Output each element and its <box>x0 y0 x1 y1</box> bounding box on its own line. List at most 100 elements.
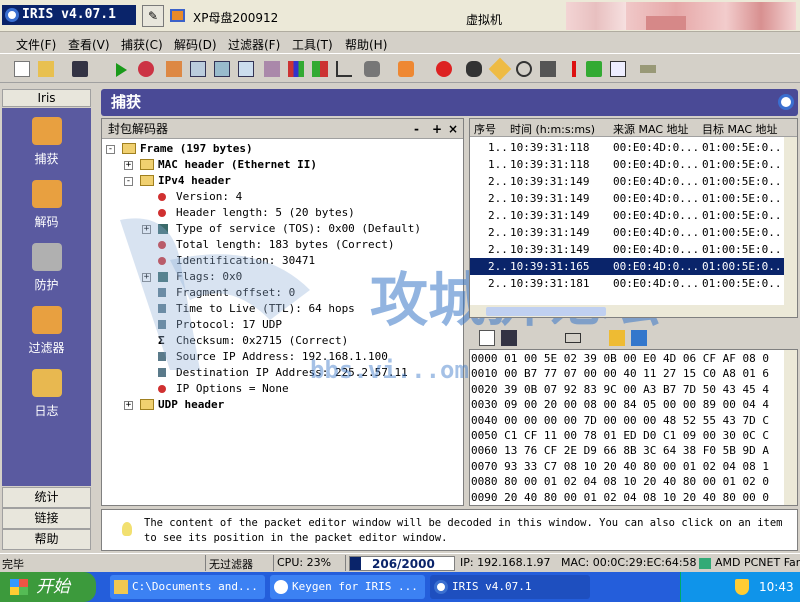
tree-node[interactable]: Protocol: 17 UDP <box>102 317 462 333</box>
packet-row[interactable]: 2.. 10:39:31:149 00:E0:4D:0... 01:00:5E:0..… <box>470 241 797 258</box>
nav-help[interactable]: 帮助 <box>2 529 91 550</box>
network-icon[interactable] <box>586 61 602 77</box>
save-icon[interactable] <box>501 330 517 346</box>
window3-icon[interactable] <box>238 61 254 77</box>
tree-node[interactable]: Σ Checksum: 0x2715 (Correct) <box>102 333 462 349</box>
menu-help[interactable]: 帮助(H) <box>345 36 387 53</box>
scroll-thumb[interactable] <box>486 307 606 316</box>
window2-icon[interactable] <box>214 61 230 77</box>
capture-icon[interactable] <box>138 61 154 77</box>
task-iris[interactable]: IRIS v4.07.1 <box>430 575 590 599</box>
tree-node[interactable]: Time to Live (TTL): 64 hops <box>102 301 462 317</box>
tree-node[interactable]: + Type of service (TOS): 0x00 (Default) <box>102 221 462 237</box>
expand-icon[interactable]: + <box>142 225 151 234</box>
packet-row[interactable]: 2.. 10:39:31:165 00:E0:4D:0... 01:00:5E:0..… <box>470 258 797 275</box>
collapse-icon[interactable]: - <box>124 177 133 186</box>
app-title-tab[interactable]: IRIS v4.07.1 <box>2 5 136 25</box>
more-icon[interactable] <box>640 65 656 73</box>
tree-node[interactable]: Source IP Address: 192.168.1.100 <box>102 349 462 365</box>
task-explorer[interactable]: C:\Documents and... <box>110 575 265 599</box>
col-dst-mac[interactable]: 目标 MAC 地址 <box>702 121 778 137</box>
packet-row[interactable]: 2.. 10:39:31:149 00:E0:4D:0... 01:00:5E:0..… <box>470 190 797 207</box>
hex-row[interactable]: 0000 01 00 5E 02 39 0B 00 E0 4D 06 CF AF… <box>471 351 769 366</box>
tree-node[interactable]: Destination IP Address: 225.2.57.11 <box>102 365 462 381</box>
stats-icon[interactable] <box>264 61 280 77</box>
nav-stats[interactable]: 统计 <box>2 487 91 508</box>
adapter-icon[interactable] <box>170 9 185 22</box>
binoculars-icon[interactable] <box>466 61 482 77</box>
tree-node[interactable]: IP Options = None <box>102 381 462 397</box>
menu-file[interactable]: 文件(F) <box>16 36 56 53</box>
play-icon[interactable] <box>116 63 127 77</box>
tree-node[interactable]: Header length: 5 (20 bytes) <box>102 205 462 221</box>
menu-filter[interactable]: 过滤器(F) <box>228 36 280 53</box>
resize-icon[interactable] <box>565 333 581 343</box>
tree-node[interactable]: Identification: 30471 <box>102 253 462 269</box>
hex-row[interactable]: 0070 93 33 C7 08 10 20 40 80 00 01 02 04… <box>471 459 769 474</box>
open-icon[interactable] <box>38 61 54 77</box>
save-icon[interactable] <box>72 61 88 77</box>
packet-row[interactable]: 2.. 10:39:31:149 00:E0:4D:0... 01:00:5E:0..… <box>470 207 797 224</box>
tree-node[interactable]: + Flags: 0x0 <box>102 269 462 285</box>
send-icon[interactable] <box>609 330 625 346</box>
vertical-scrollbar[interactable] <box>784 137 797 305</box>
hex-row[interactable]: 0060 13 76 CF 2E D9 66 8B 3C 64 38 F0 5B… <box>471 443 769 458</box>
collapse-icon[interactable]: - <box>106 145 115 154</box>
bar-chart-icon[interactable] <box>288 61 304 77</box>
expand-icon[interactable]: + <box>124 401 133 410</box>
nav-links[interactable]: 链接 <box>2 508 91 529</box>
iris-logo-icon[interactable] <box>778 94 794 110</box>
alert-icon[interactable] <box>572 61 576 77</box>
menu-tools[interactable]: 工具(T) <box>292 36 333 53</box>
horizontal-scrollbar[interactable] <box>470 305 797 317</box>
line-chart-icon[interactable] <box>336 61 352 77</box>
packet-row[interactable]: 1.. 10:39:31:118 00:E0:4D:0... 01:00:5E:0..… <box>470 139 797 156</box>
nav-item-filter[interactable]: 过滤器 <box>2 302 91 362</box>
tree-node[interactable]: + MAC header (Ethernet II) <box>102 157 462 173</box>
tree-node[interactable]: - IPv4 header <box>102 173 462 189</box>
col-time[interactable]: 时间 (h:m:s:ms) <box>510 121 595 137</box>
edit-icon[interactable] <box>479 330 495 346</box>
col-seq[interactable]: 序号 <box>474 121 496 137</box>
hex-row[interactable]: 0030 09 00 20 00 08 00 84 05 00 00 89 00… <box>471 397 769 412</box>
menu-view[interactable]: 查看(V) <box>68 36 110 53</box>
packet-row[interactable]: 2.. 10:39:31:181 00:E0:4D:0... 01:00:5E:0..… <box>470 275 797 292</box>
packet-row[interactable]: 2.. 10:39:31:149 00:E0:4D:0... 01:00:5E:0..… <box>470 224 797 241</box>
adapter-name[interactable]: XP母盘200912 <box>193 9 278 26</box>
expand-button[interactable]: + <box>432 119 442 139</box>
vertical-scrollbar[interactable] <box>784 350 797 505</box>
menu-decode[interactable]: 解码(D) <box>174 36 217 53</box>
security-shield-icon[interactable] <box>735 579 749 595</box>
list-icon[interactable] <box>610 61 626 77</box>
tree-node[interactable]: Total length: 183 bytes (Correct) <box>102 237 462 253</box>
window-icon[interactable] <box>190 61 206 77</box>
tools-icon[interactable] <box>364 61 380 77</box>
nav-item-log[interactable]: 日志 <box>2 365 91 425</box>
tree-node[interactable]: Fragment offset: 0 <box>102 285 462 301</box>
nav-item-protect[interactable]: 防护 <box>2 239 91 299</box>
chart2-icon[interactable] <box>312 61 328 77</box>
hex-row[interactable]: 0020 39 0B 07 92 83 9C 00 A3 B7 7D 50 43… <box>471 382 769 397</box>
start-button[interactable]: 开始 <box>0 572 96 602</box>
new-icon[interactable] <box>14 61 30 77</box>
hex-row[interactable]: 0090 20 40 80 00 01 02 04 08 10 20 40 80… <box>471 490 769 505</box>
hex-editor[interactable]: 0000 01 00 5E 02 39 0B 00 E0 4D 06 CF AF… <box>469 349 798 506</box>
settings-icon[interactable] <box>540 61 556 77</box>
close-button[interactable]: × <box>448 119 458 139</box>
menu-capture[interactable]: 捕获(C) <box>121 36 163 53</box>
decode-icon[interactable] <box>166 61 182 77</box>
import-icon[interactable] <box>631 330 647 346</box>
stop-icon[interactable] <box>436 61 452 77</box>
collapse-button[interactable]: - <box>414 119 419 139</box>
tag-icon[interactable] <box>488 57 512 81</box>
tree-node[interactable]: Version: 4 <box>102 189 462 205</box>
tree-node[interactable]: - Frame (197 bytes) <box>102 141 462 157</box>
hex-row[interactable]: 0040 00 00 00 00 7D 00 00 00 48 52 55 43… <box>471 413 769 428</box>
col-src-mac[interactable]: 来源 MAC 地址 <box>613 121 689 137</box>
hex-row[interactable]: 0050 C1 CF 11 00 78 01 ED D0 C1 09 00 30… <box>471 428 769 443</box>
alarm-icon[interactable] <box>398 61 414 77</box>
packet-row[interactable]: 2.. 10:39:31:149 00:E0:4D:0... 01:00:5E:0..… <box>470 173 797 190</box>
tree-node[interactable]: + UDP header <box>102 397 462 413</box>
expand-icon[interactable]: + <box>142 273 151 282</box>
task-keygen[interactable]: Keygen for IRIS ... <box>270 575 425 599</box>
